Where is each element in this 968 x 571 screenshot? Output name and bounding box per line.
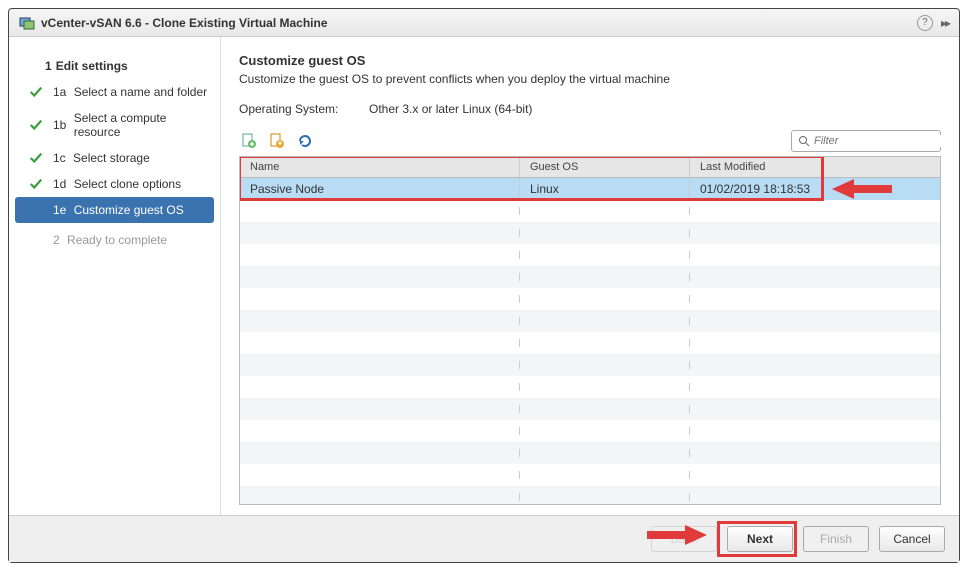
table-body: Passive Node Linux 01/02/2019 18:18:53 [240, 178, 940, 504]
table-row-empty [240, 464, 940, 486]
filter-input[interactable] [814, 135, 957, 147]
step-1d[interactable]: 1d Select clone options [9, 171, 220, 197]
finish-button: Finish [803, 526, 869, 552]
back-button[interactable]: Back [651, 526, 717, 552]
table-header: Name Guest OS Last Modified [240, 157, 940, 178]
check-icon [29, 177, 43, 191]
os-label: Operating System: [239, 102, 369, 116]
wizard-sidebar: 1 Edit settings 1a Select a name and fol… [9, 37, 221, 515]
footer: Back Next Finish Cancel [9, 515, 959, 562]
page-subtitle: Customize the guest OS to prevent confli… [239, 72, 941, 86]
wizard-dialog: vCenter-vSAN 6.6 - Clone Existing Virtua… [8, 8, 960, 563]
refresh-icon[interactable] [295, 131, 315, 151]
step-1c[interactable]: 1c Select storage [9, 145, 220, 171]
filter-box[interactable]: ▼ [791, 130, 941, 152]
main-panel: Customize guest OS Customize the guest O… [221, 37, 959, 515]
col-modified[interactable]: Last Modified [690, 157, 940, 177]
table-row-empty [240, 442, 940, 464]
page-heading: Customize guest OS [239, 53, 941, 68]
step-parent: 1 Edit settings [9, 53, 220, 79]
table-row-empty [240, 332, 940, 354]
col-name[interactable]: Name [240, 157, 520, 177]
help-icon[interactable]: ? [917, 15, 933, 31]
step-1b[interactable]: 1b Select a compute resource [9, 105, 220, 145]
vm-icon [19, 15, 35, 31]
table-row-empty [240, 200, 940, 222]
search-icon [798, 135, 810, 147]
new-spec-icon[interactable] [239, 131, 259, 151]
next-button[interactable]: Next [727, 526, 793, 552]
table-row-empty [240, 222, 940, 244]
table-row-empty [240, 244, 940, 266]
table-row[interactable]: Passive Node Linux 01/02/2019 18:18:53 [240, 178, 940, 200]
table-row-empty [240, 486, 940, 504]
step-1e-current[interactable]: 1e Customize guest OS [15, 197, 214, 223]
table-row-empty [240, 398, 940, 420]
table-row-empty [240, 376, 940, 398]
os-value: Other 3.x or later Linux (64-bit) [369, 102, 532, 116]
table-row-empty [240, 266, 940, 288]
step-2: 2 Ready to complete [9, 227, 220, 253]
spec-table: Name Guest OS Last Modified Passive Node… [239, 156, 941, 505]
import-spec-icon[interactable] [267, 131, 287, 151]
check-icon [29, 151, 43, 165]
cancel-button[interactable]: Cancel [879, 526, 945, 552]
table-row-empty [240, 310, 940, 332]
table-row-empty [240, 354, 940, 376]
check-icon [29, 85, 43, 99]
step-1a[interactable]: 1a Select a name and folder [9, 79, 220, 105]
check-icon [29, 118, 43, 132]
dialog-title: vCenter-vSAN 6.6 - Clone Existing Virtua… [41, 16, 917, 30]
table-row-empty [240, 288, 940, 310]
col-guest[interactable]: Guest OS [520, 157, 690, 177]
expand-icon[interactable]: ▸▸ [941, 16, 949, 30]
table-row-empty [240, 420, 940, 442]
title-bar: vCenter-vSAN 6.6 - Clone Existing Virtua… [9, 9, 959, 37]
